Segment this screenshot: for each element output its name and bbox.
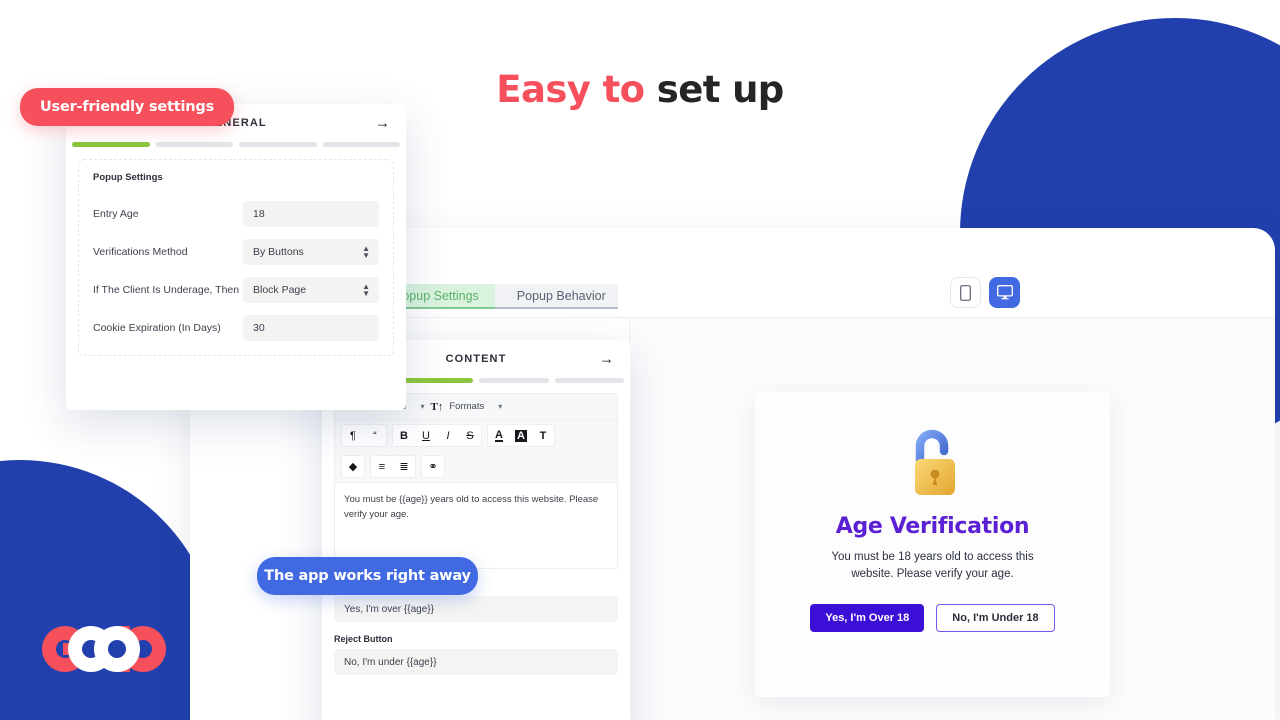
clear-formatting-icon[interactable]: T↑ — [431, 401, 444, 413]
arrow-right-icon[interactable]: → — [375, 116, 390, 131]
italic-icon[interactable]: I — [437, 425, 459, 446]
chevron-down-icon: ▾ — [498, 402, 503, 411]
tab-popup-behavior-label: Popup Behavior — [516, 288, 606, 303]
setting-row-entry-age: Entry Age 18 — [93, 201, 379, 227]
rich-text-editor: Font ▾ Size ▾ T↑ Formats ▾ ¶ — [334, 393, 618, 569]
link-icon[interactable]: ⚭ — [422, 456, 444, 477]
promo-screenshot: Easy to set up Popup Settings Popup Beha… — [0, 0, 1280, 720]
reject-button-input[interactable]: No, I'm under {{age}} — [334, 649, 618, 675]
logo-letter-o2 — [94, 626, 140, 672]
cookie-expiration-label: Cookie Expiration (In Days) — [93, 321, 221, 334]
general-card-progress — [66, 142, 406, 147]
good-logo — [42, 626, 167, 672]
badge-app-works: The app works right away — [257, 557, 478, 595]
headline-accent: Easy to — [496, 68, 645, 111]
underage-action-select[interactable]: Block Page ▲ ▼ — [243, 277, 379, 303]
blockquote-icon[interactable]: “ — [364, 425, 386, 446]
arrow-right-icon[interactable]: → — [599, 352, 614, 367]
verifications-method-label: Verifications Method — [93, 245, 188, 258]
setting-row-cookie-expiration: Cookie Expiration (In Days) 30 — [93, 315, 379, 341]
progress-segment — [239, 142, 317, 147]
rte-list-group: ≡ ≣ — [370, 455, 416, 478]
preview-buttons: Yes, I'm Over 18 No, I'm Under 18 — [810, 604, 1055, 633]
progress-segment-active — [72, 142, 150, 147]
stepper-caret-icon: ▲ ▼ — [362, 244, 370, 260]
verifications-method-select[interactable]: By Buttons ▲ ▼ — [243, 239, 379, 265]
rte-inline-group: B U I S — [392, 424, 482, 447]
background-color-icon[interactable]: A — [510, 425, 532, 446]
headline-rest: set up — [656, 68, 785, 111]
progress-segment — [155, 142, 233, 147]
align-left-icon[interactable]: ≡ — [371, 456, 393, 477]
accept-button-input[interactable]: Yes, I'm over {{age}} — [334, 596, 618, 622]
editor-body-text[interactable]: You must be {{age}} years old to access … — [335, 482, 617, 568]
age-verification-preview: Age Verification You must be 18 years ol… — [755, 392, 1110, 697]
progress-segment — [479, 378, 549, 383]
rte-block-group: ¶ “ — [341, 424, 387, 447]
progress-segment-active — [403, 378, 473, 383]
rte-eraser-group: ◆ — [341, 455, 365, 478]
preview-reject-button[interactable]: No, I'm Under 18 — [936, 604, 1055, 633]
entry-age-label: Entry Age — [93, 207, 139, 220]
underage-action-value: Block Page — [253, 284, 307, 296]
preview-accept-button[interactable]: Yes, I'm Over 18 — [810, 604, 925, 633]
breadcrumb-tabs: Popup Settings Popup Behavior — [380, 284, 618, 309]
rte-toolbar-row-2: ◆ ≡ ≣ ⚭ — [335, 451, 617, 482]
verifications-method-value: By Buttons — [253, 246, 304, 258]
badge-user-friendly-settings: User-friendly settings — [20, 88, 234, 126]
eraser-icon[interactable]: ◆ — [342, 456, 364, 477]
rte-color-group: A A T — [487, 424, 555, 447]
preview-title: Age Verification — [835, 514, 1030, 539]
paragraph-icon[interactable]: ¶ — [342, 425, 364, 446]
popup-settings-title: Popup Settings — [93, 172, 163, 183]
device-preview-toggle — [950, 277, 1020, 308]
entry-age-input[interactable]: 18 — [243, 201, 379, 227]
setting-row-verifications-method: Verifications Method By Buttons ▲ ▼ — [93, 239, 379, 265]
rte-toolbar-row-1: ¶ “ B U I S A A T — [335, 420, 617, 451]
desktop-preview-button[interactable] — [989, 277, 1020, 308]
reject-button-label: Reject Button — [334, 634, 393, 644]
bold-icon[interactable]: B — [393, 425, 415, 446]
mobile-icon — [960, 284, 971, 301]
general-wizard-card: GENERAL → Popup Settings Entry Age 18 Ve… — [66, 104, 406, 410]
setting-row-underage-action: If The Client Is Underage, Then Block Pa… — [93, 277, 379, 303]
mobile-preview-button[interactable] — [950, 277, 981, 308]
formats-select[interactable]: Formats ▾ — [447, 399, 504, 414]
underline-icon[interactable]: U — [415, 425, 437, 446]
progress-segment — [554, 378, 624, 383]
rte-link-group: ⚭ — [421, 455, 445, 478]
content-card-title: CONTENT — [445, 353, 507, 365]
ordered-list-icon[interactable]: ≣ — [393, 456, 415, 477]
tab-popup-behavior[interactable]: Popup Behavior — [494, 284, 618, 309]
font-size-icon[interactable]: T — [532, 425, 554, 446]
underage-action-label: If The Client Is Underage, Then — [93, 283, 240, 296]
strikethrough-icon[interactable]: S — [459, 425, 481, 446]
preview-subtitle: You must be 18 years old to access this … — [831, 551, 1034, 580]
formats-select-label: Formats — [449, 401, 485, 412]
text-color-icon[interactable]: A — [488, 425, 510, 446]
decorative-circle-bottom-left — [0, 460, 220, 720]
progress-segment — [322, 142, 400, 147]
unlocked-padlock-icon — [914, 429, 955, 495]
desktop-icon — [996, 285, 1013, 300]
popup-settings-box: Popup Settings Entry Age 18 Verification… — [78, 159, 394, 356]
content-card-body: Font ▾ Size ▾ T↑ Formats ▾ ¶ — [322, 383, 630, 675]
stepper-caret-icon: ▲ ▼ — [362, 282, 370, 298]
tab-popup-settings-label: Popup Settings — [394, 288, 479, 303]
cookie-expiration-input[interactable]: 30 — [243, 315, 379, 341]
chevron-down-icon: ▾ — [420, 402, 425, 411]
